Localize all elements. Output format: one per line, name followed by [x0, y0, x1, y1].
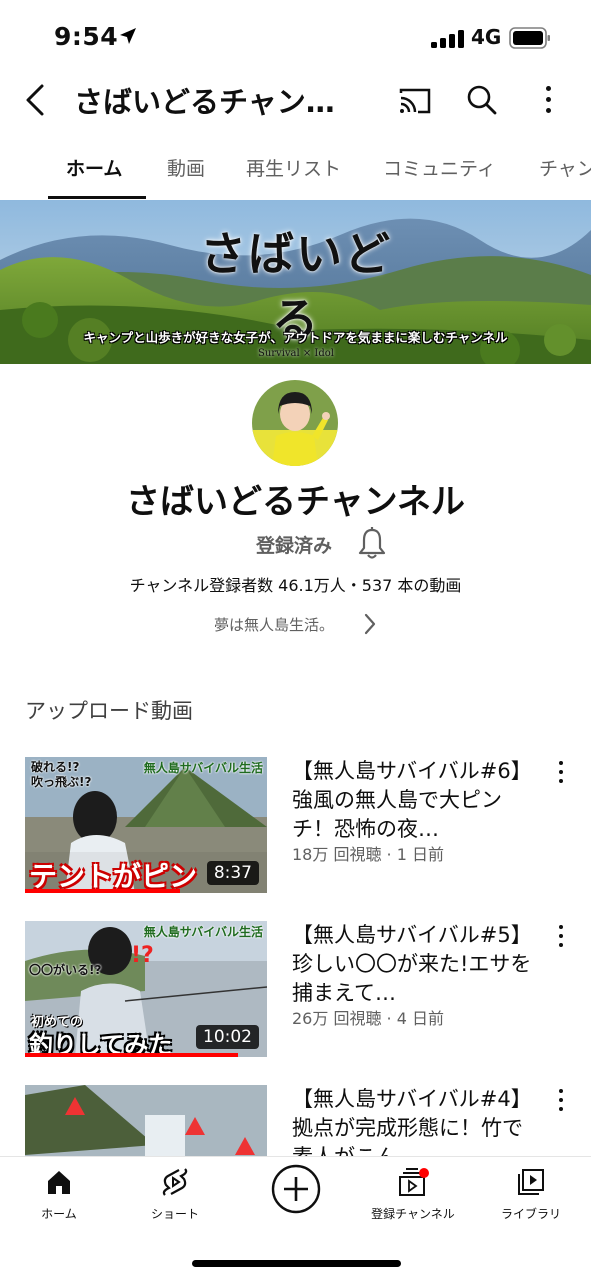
tab-community[interactable]: コミュニティ — [383, 154, 496, 181]
nav-subscriptions-label: 登録チャンネル — [371, 1207, 455, 1221]
more-options-icon[interactable] — [540, 86, 556, 116]
create-icon — [271, 1164, 321, 1214]
exclaim-mark-icon: !? — [131, 943, 154, 968]
thumbnail-side-text: 〇〇がいる!? — [29, 963, 102, 977]
library-icon — [518, 1169, 544, 1195]
banner-tagline: キャンプと山歩きが好きな女子が、アウトドアを気ままに楽しむチャンネル — [83, 330, 508, 345]
video-more-icon[interactable] — [555, 1089, 567, 1113]
thumbnail-caption: テントがピン — [29, 860, 198, 893]
watch-progress-bar — [25, 889, 180, 893]
video-thumbnail[interactable]: 無人島サバイバル生活 破れる!? 吹っ飛ぶ!? テントがピン 8:37 — [25, 757, 267, 893]
search-icon[interactable] — [466, 84, 498, 116]
tab-playlists[interactable]: 再生リスト — [246, 154, 341, 181]
nav-library-label: ライブラリ — [500, 1207, 561, 1221]
subscribed-button[interactable]: 登録済み — [256, 531, 332, 558]
video-title[interactable]: 【無人島サバイバル#5】珍しい〇〇が来た!エサを捕まえて… — [292, 921, 532, 1008]
video-thumbnail[interactable]: 無人島サバイバル生活 〇〇がいる!? !? 初めての 釣りしてみた 10:02 — [25, 921, 267, 1057]
app-header: さばいどるチャン… — [0, 72, 591, 128]
nav-home-label: ホーム — [41, 1207, 77, 1221]
channel-description[interactable]: 夢は無人島生活。 — [214, 614, 334, 635]
nav-subscriptions[interactable]: 登録チャンネル — [358, 1167, 468, 1222]
thumbnail-top-text: 無人島サバイバル生活 — [143, 761, 263, 775]
home-icon — [48, 1171, 70, 1194]
video-item[interactable]: 無人島サバイバル生活 破れる!? 吹っ飛ぶ!? テントがピン 8:37 【無人島… — [0, 757, 591, 897]
subscriptions-icon — [399, 1168, 429, 1196]
nav-shorts[interactable]: ショート — [120, 1167, 230, 1222]
active-tab-indicator — [48, 196, 146, 199]
cast-icon[interactable] — [398, 86, 432, 114]
video-more-icon[interactable] — [555, 925, 567, 949]
video-duration: 10:02 — [196, 1025, 259, 1049]
nav-home[interactable]: ホーム — [4, 1167, 114, 1222]
nav-library[interactable]: ライブラリ — [476, 1167, 586, 1222]
home-indicator — [192, 1260, 401, 1267]
channel-avatar[interactable] — [252, 380, 338, 466]
video-meta: 18万 回視聴 · 1 日前 — [292, 845, 444, 864]
video-more-icon[interactable] — [555, 761, 567, 785]
channel-name: さばいどるチャンネル — [126, 482, 465, 522]
tab-channels[interactable]: チャンネル — [539, 154, 591, 181]
video-duration: 8:37 — [206, 861, 259, 885]
video-title[interactable]: 【無人島サバイバル#6】強風の無人島で大ピンチ！恐怖の夜… — [292, 757, 532, 844]
channel-header-title: さばいどるチャン… — [74, 85, 335, 119]
video-item[interactable]: 無人島サバイバル生活 〇〇がいる!? !? 初めての 釣りしてみた 10:02 … — [0, 921, 591, 1061]
channel-stats: チャンネル登録者数 46.1万人・537 本の動画 — [129, 576, 462, 595]
chevron-right-icon[interactable] — [362, 612, 378, 636]
back-arrow-icon[interactable] — [20, 82, 52, 118]
channel-banner: さばいどる Survival × Idol キャンプと山歩きが好きな女子が、アウ… — [0, 200, 591, 364]
thumbnail-side-text: 破れる!? 吹っ飛ぶ!? — [31, 760, 92, 789]
tab-home[interactable]: ホーム — [66, 154, 122, 181]
uploads-section-title[interactable]: アップロード動画 — [25, 695, 193, 725]
watch-progress-bar — [25, 1053, 238, 1057]
signal-icon — [431, 30, 465, 48]
battery-icon — [509, 27, 550, 49]
shorts-icon — [162, 1168, 188, 1196]
status-time: 9:54 — [54, 22, 119, 51]
thumbnail-top-text: 無人島サバイバル生活 — [143, 925, 263, 939]
nav-create[interactable] — [241, 1163, 351, 1219]
video-meta: 26万 回視聴 · 4 日前 — [292, 1009, 444, 1028]
status-bar: 9:54 4G — [0, 0, 591, 72]
tab-videos[interactable]: 動画 — [167, 154, 205, 181]
network-type: 4G — [471, 25, 502, 49]
nav-shorts-label: ショート — [150, 1207, 199, 1221]
channel-tabs: ホーム 動画 再生リスト コミュニティ チャンネル — [0, 138, 591, 200]
bell-icon[interactable] — [356, 526, 388, 560]
location-arrow-icon — [120, 28, 136, 44]
